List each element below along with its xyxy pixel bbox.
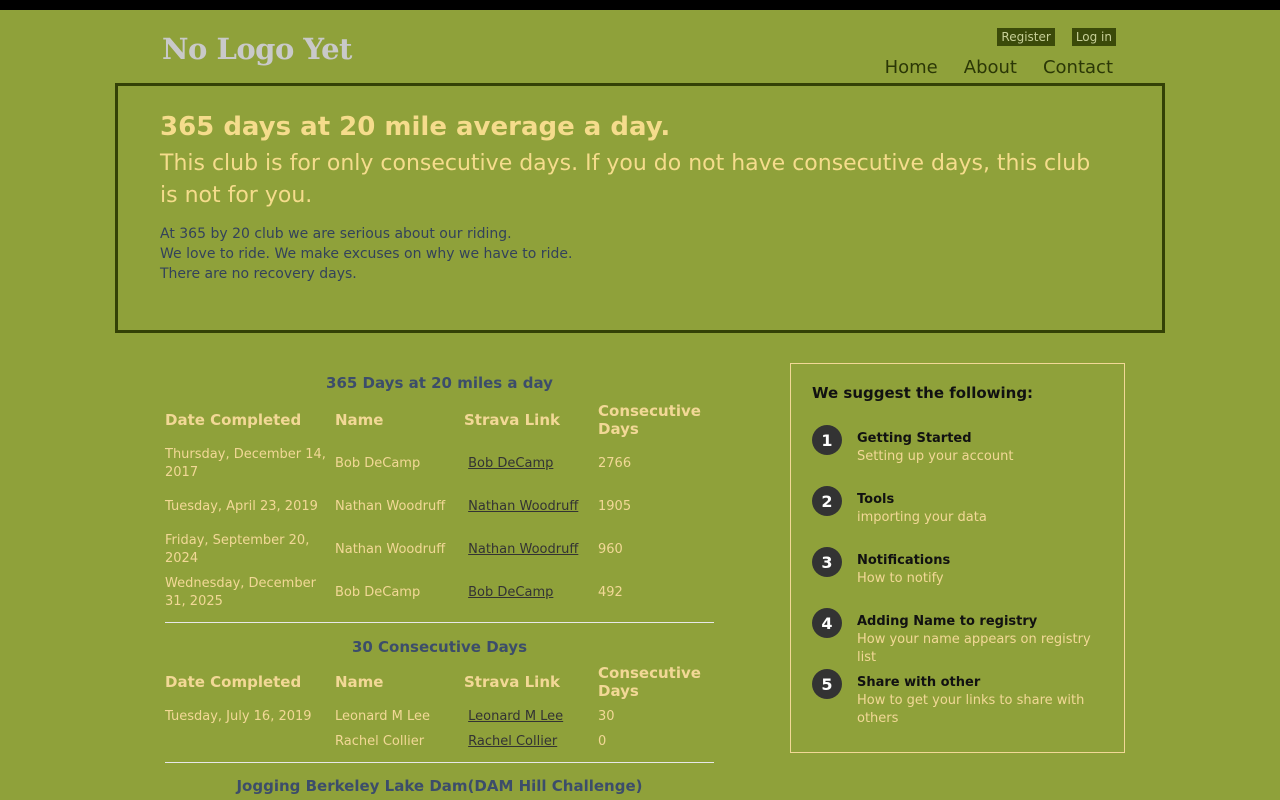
hero-line: At 365 by 20 club we are serious about o… xyxy=(160,226,512,242)
register-link[interactable]: Register xyxy=(997,28,1055,46)
site-logo[interactable]: No Logo Yet xyxy=(162,32,352,66)
step-title[interactable]: Adding Name to registry xyxy=(857,613,1097,631)
cell-days: 0 xyxy=(598,733,607,749)
registry-table: Date Completed Name Strava Link Consecut… xyxy=(165,660,714,754)
suggestions-title: We suggest the following: xyxy=(812,384,1034,402)
strava-link[interactable]: Leonard M Lee xyxy=(468,709,563,724)
step-description: How to get your links to share with othe… xyxy=(857,693,1085,726)
column-header: Date Completed xyxy=(165,673,302,691)
strava-link[interactable]: Rachel Collier xyxy=(468,734,557,749)
strava-link[interactable]: Nathan Woodruff xyxy=(468,499,578,514)
suggestion-step[interactable]: 5 Share with other How to get your links… xyxy=(812,669,1097,728)
cell-days: 960 xyxy=(598,541,623,557)
hero-description: At 365 by 20 club we are serious about o… xyxy=(160,224,572,284)
step-number: 4 xyxy=(812,608,842,638)
cell-days: 2766 xyxy=(598,455,632,471)
login-link[interactable]: Log in xyxy=(1071,28,1116,46)
cell-name: Nathan Woodruff xyxy=(335,498,446,514)
cell-date: Tuesday, April 23, 2019 xyxy=(165,498,318,514)
cell-name: Bob DeCamp xyxy=(335,455,421,471)
step-title[interactable]: Getting Started xyxy=(857,430,1097,448)
cell-name: Nathan Woodruff xyxy=(335,541,446,557)
step-description: How your name appears on registry list xyxy=(857,632,1091,665)
column-header: Strava Link xyxy=(464,411,560,429)
step-number: 3 xyxy=(812,547,842,577)
auth-links: Register Log in xyxy=(997,28,1116,46)
table-row: Rachel Collier Rachel Collier 0 xyxy=(165,729,714,754)
suggestion-step[interactable]: 1 Getting Started Setting up your accoun… xyxy=(812,425,1097,466)
column-header: Strava Link xyxy=(464,673,560,691)
step-description: How to notify xyxy=(857,571,944,586)
table-row: Tuesday, April 23, 2019 Nathan Woodruff … xyxy=(165,485,714,528)
suggestion-step[interactable]: 4 Adding Name to registry How your name … xyxy=(812,608,1097,667)
column-header: Date Completed xyxy=(165,411,302,429)
step-number: 2 xyxy=(812,486,842,516)
suggestion-step[interactable]: 3 Notifications How to notify xyxy=(812,547,1097,588)
step-title[interactable]: Share with other xyxy=(857,674,1097,692)
suggestions-card: We suggest the following: 1 Getting Star… xyxy=(790,363,1125,753)
step-description: Setting up your account xyxy=(857,449,1014,464)
cell-date: Friday, September 20, 2024 xyxy=(165,532,310,566)
section-title: 30 Consecutive Days xyxy=(351,638,528,656)
column-header: Consecutive Days xyxy=(598,402,701,438)
table-row: Thursday, December 14, 2017 Bob DeCamp B… xyxy=(165,442,714,485)
nav-contact[interactable]: Contact xyxy=(1043,57,1113,78)
cell-days: 1905 xyxy=(598,498,632,514)
step-number: 1 xyxy=(812,425,842,455)
section-title: Jogging Berkeley Lake Dam(DAM Hill Chall… xyxy=(236,777,643,795)
cell-name: Rachel Collier xyxy=(335,733,425,749)
cell-name: Leonard M Lee xyxy=(335,708,431,724)
cell-date: Thursday, December 14, 2017 xyxy=(165,446,326,480)
cell-date xyxy=(165,729,335,754)
hero-line: There are no recovery days. xyxy=(160,266,357,282)
top-bar xyxy=(0,0,1280,10)
step-number: 5 xyxy=(812,669,842,699)
step-title[interactable]: Notifications xyxy=(857,552,1097,570)
column-header: Name xyxy=(335,411,384,429)
table-header-row: Date Completed Name Strava Link Consecut… xyxy=(165,660,714,704)
nav-home[interactable]: Home xyxy=(885,57,938,78)
section-title: 365 Days at 20 miles a day xyxy=(326,374,553,392)
table-header-row: Date Completed Name Strava Link Consecut… xyxy=(165,398,714,442)
strava-link[interactable]: Nathan Woodruff xyxy=(468,542,578,557)
registry-tables: 365 Days at 20 miles a day Date Complete… xyxy=(165,374,714,795)
section-divider xyxy=(165,622,714,623)
cell-date: Tuesday, July 16, 2019 xyxy=(165,708,312,724)
nav-about[interactable]: About xyxy=(964,57,1017,78)
step-title[interactable]: Tools xyxy=(857,491,1097,509)
table-row: Tuesday, July 16, 2019 Leonard M Lee Leo… xyxy=(165,704,714,729)
table-row: Friday, September 20, 2024 Nathan Woodru… xyxy=(165,528,714,571)
suggestion-step[interactable]: 2 Tools importing your data xyxy=(812,486,1097,527)
cell-days: 30 xyxy=(598,708,615,724)
registry-table: Date Completed Name Strava Link Consecut… xyxy=(165,398,714,614)
hero-subtitle: This club is for only consecutive days. … xyxy=(160,151,1091,208)
cell-days: 492 xyxy=(598,584,623,600)
column-header: Consecutive Days xyxy=(598,664,701,700)
hero-box: 365 days at 20 mile average a day. This … xyxy=(115,83,1165,333)
section-divider xyxy=(165,762,714,763)
strava-link[interactable]: Bob DeCamp xyxy=(468,585,553,600)
hero-line: We love to ride. We make excuses on why … xyxy=(160,246,573,262)
cell-date: Wednesday, December 31, 2025 xyxy=(165,575,316,609)
hero-title: 365 days at 20 mile average a day. xyxy=(160,112,671,142)
main-nav: Home About Contact xyxy=(885,57,1113,78)
column-header: Name xyxy=(335,673,384,691)
step-description: importing your data xyxy=(857,510,987,525)
table-row: Wednesday, December 31, 2025 Bob DeCamp … xyxy=(165,571,714,614)
cell-name: Bob DeCamp xyxy=(335,584,421,600)
strava-link[interactable]: Bob DeCamp xyxy=(468,456,553,471)
